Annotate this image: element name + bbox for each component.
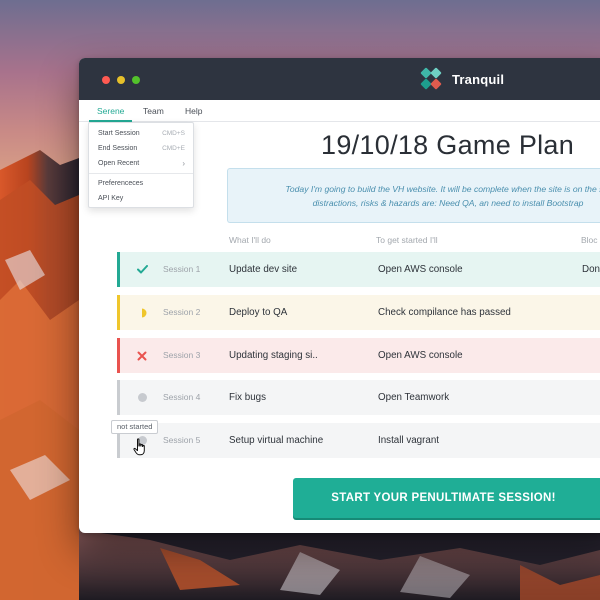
app-name: Tranquil [452,71,505,87]
status-tooltip: not started [111,420,159,434]
session-row-3[interactable]: Session 3 Updating staging si.. Open AWS… [117,338,600,373]
menu-item-start-session[interactable]: Start Session CMD+S [89,126,193,141]
session-first-step: Open AWS console [378,264,463,275]
maximize-window-button[interactable] [132,76,140,84]
menu-item-api-key[interactable]: API Key [89,191,193,206]
session-first-step: Install vagrant [378,435,439,446]
half-circle-icon [135,295,149,330]
session-task: Fix bugs [229,392,267,403]
session-task: Setup virtual machine [229,435,324,446]
session-blocker: Don [582,264,600,275]
shortcut-label: CMD+S [162,130,185,137]
session-first-step: Open Teamwork [378,392,450,403]
session-label: Session 5 [163,435,201,445]
column-header-blockers: Bloc [581,235,598,245]
session-label: Session 4 [163,392,201,402]
minimize-window-button[interactable] [117,76,125,84]
session-row-2[interactable]: Session 2 Deploy to QA Check compilance … [117,295,600,330]
x-icon [135,338,149,373]
column-header-start: To get started I'll [376,235,438,245]
intro-line-1: Today I'm going to build the VH website.… [285,184,600,194]
menu-team[interactable]: Team [135,100,172,122]
hand-pointer-icon [133,438,147,461]
menu-item-label: End Session [98,145,138,152]
menu-divider [89,173,193,174]
chevron-right-icon: › [182,159,185,168]
session-label: Session 1 [163,264,201,274]
page-title: 19/10/18 Game Plan [321,130,575,160]
menu-bar: Serene Team Help [79,100,600,122]
start-session-button[interactable]: START YOUR PENULTIMATE SESSION! [293,478,600,518]
session-row-4[interactable]: Session 4 Fix bugs Open Teamwork [117,380,600,415]
menu-help[interactable]: Help [177,100,210,122]
column-header-what: What I'll do [229,235,271,245]
intro-statement: Today I'm going to build the VH website.… [227,168,600,223]
start-session-button-label: START YOUR PENULTIMATE SESSION! [331,492,556,504]
dot-icon [135,380,149,415]
title-bar[interactable]: Tranquil [79,58,600,100]
session-task: Deploy to QA [229,307,288,318]
session-label: Session 3 [163,350,201,360]
session-label: Session 2 [163,307,201,317]
session-task: Updating staging si.. [229,350,318,361]
menu-item-label: API Key [98,195,124,202]
menu-serene[interactable]: Serene [89,100,133,122]
diamond-cluster-logo-icon [419,67,445,91]
check-icon [135,252,149,287]
intro-line-2: distractions, risks & hazards are: Need … [312,198,584,208]
session-first-step: Check compilance has passed [378,307,511,318]
menu-item-end-session[interactable]: End Session CMD+E [89,141,193,156]
session-task: Update dev site [229,264,298,275]
serene-dropdown-menu: Start Session CMD+S End Session CMD+E Op… [88,122,194,208]
menu-item-label: Preferenceces [98,180,144,187]
app-window: Tranquil Serene Team Help Start Session … [79,58,600,533]
brand: Tranquil [419,67,504,91]
session-row-1[interactable]: Session 1 Update dev site Open AWS conso… [117,252,600,287]
session-row-5[interactable]: Session 5 Setup virtual machine Install … [117,423,600,458]
close-window-button[interactable] [102,76,110,84]
shortcut-label: CMD+E [162,145,185,152]
menu-item-label: Start Session [98,130,140,137]
menu-item-open-recent[interactable]: Open Recent › [89,156,193,171]
menu-item-preferences[interactable]: Preferenceces [89,176,193,191]
session-first-step: Open AWS console [378,350,463,361]
menu-item-label: Open Recent [98,160,140,167]
